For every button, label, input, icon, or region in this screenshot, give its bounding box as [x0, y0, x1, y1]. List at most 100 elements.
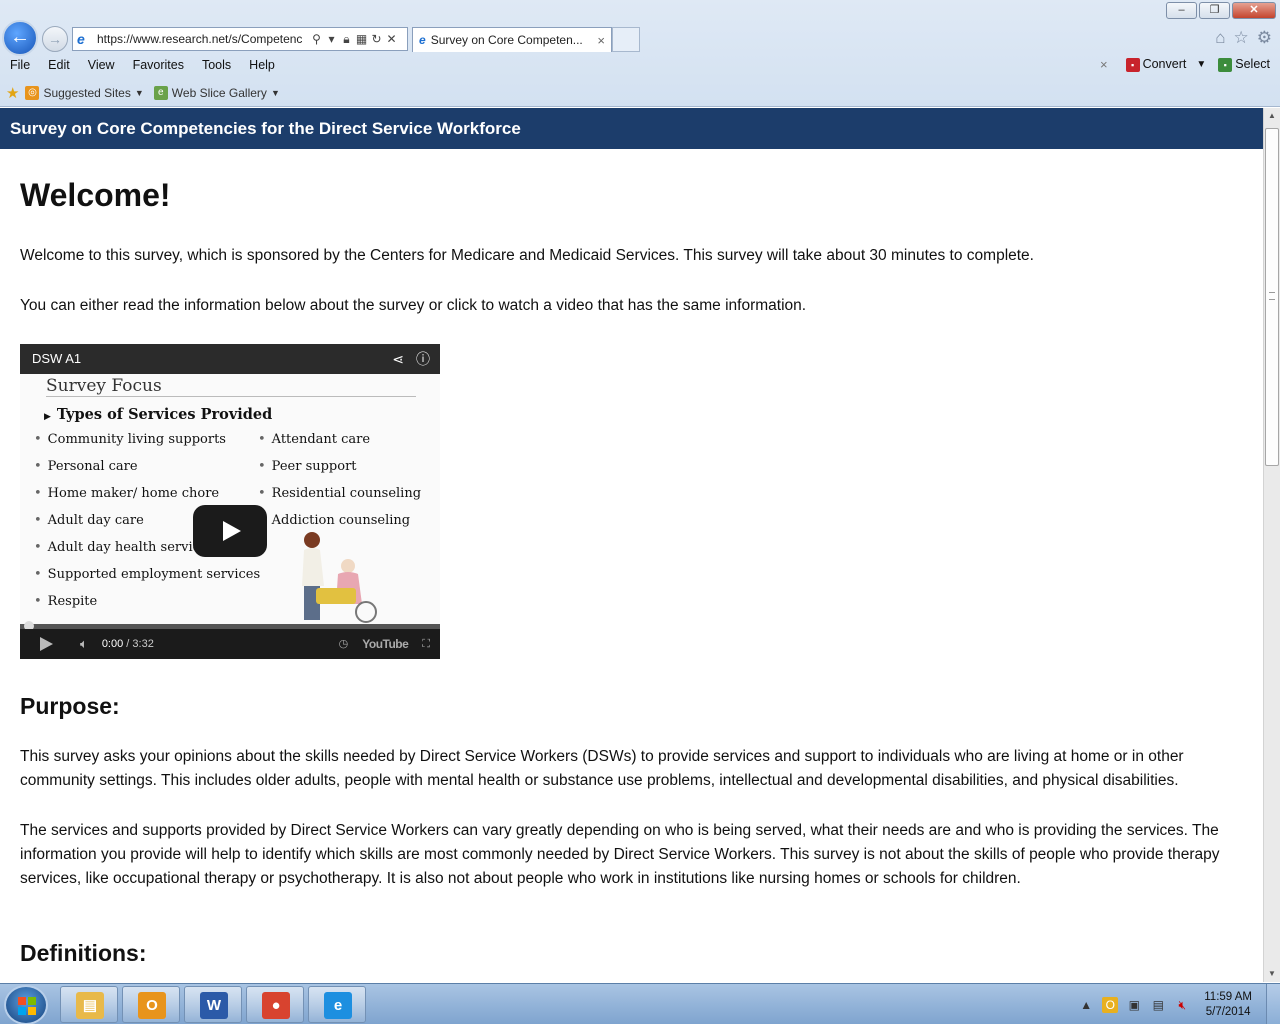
- restore-button[interactable]: ❐: [1199, 2, 1230, 19]
- favorite-label: Suggested Sites: [43, 86, 131, 100]
- show-hidden-icons-icon[interactable]: ▲: [1078, 997, 1094, 1013]
- video-time: 0:00 / 3:32: [102, 632, 154, 656]
- windows-logo-icon: [18, 997, 36, 1015]
- pdf-icon: ▪: [1125, 58, 1140, 72]
- slide-list-text: Residential counseling: [271, 486, 422, 501]
- convert-dropdown-icon[interactable]: ▼: [1196, 59, 1206, 70]
- taskbar: ▤ O W ● e ▲ O ▣ ▤ 🔇︎ 11:59 AM 5/7/2014: [0, 983, 1280, 1024]
- slide-list-item: • Attendant care: [258, 426, 421, 453]
- refresh-icon[interactable]: ↻: [369, 32, 384, 46]
- slide-list-item: • Home maker/ home chore: [34, 480, 260, 507]
- scroll-thumb[interactable]: [1265, 128, 1279, 466]
- bullet-icon: •: [34, 432, 42, 447]
- url-text[interactable]: https://www.research.net/s/Competenc: [97, 32, 309, 46]
- outlook-tray-icon[interactable]: O: [1102, 996, 1119, 1013]
- taskbar-file-explorer-button[interactable]: ▤: [60, 986, 118, 1023]
- tab-close-icon[interactable]: ×: [597, 33, 605, 48]
- fullscreen-icon[interactable]: ⛶: [422, 632, 430, 656]
- bullet-icon: •: [34, 540, 42, 555]
- favorites-star-icon[interactable]: ☆: [1234, 28, 1249, 48]
- survey-header: Survey on Core Competencies for the Dire…: [0, 108, 1263, 149]
- menu-help[interactable]: Help: [239, 56, 283, 76]
- slide-list-text: Peer support: [271, 459, 357, 474]
- device-icon[interactable]: ▣: [1126, 997, 1142, 1013]
- purpose-paragraph-1: This survey asks your opinions about the…: [20, 748, 1184, 789]
- video-title[interactable]: DSW A1: [32, 347, 380, 371]
- page-viewport: Survey on Core Competencies for the Dire…: [0, 108, 1263, 982]
- watch-later-icon[interactable]: ◷: [339, 632, 349, 656]
- show-desktop-button[interactable]: [1266, 984, 1280, 1024]
- share-icon[interactable]: ⋖: [392, 347, 404, 371]
- convert-label: Convert: [1142, 57, 1187, 71]
- clock[interactable]: 11:59 AM 5/7/2014: [1204, 990, 1252, 1020]
- youtube-logo[interactable]: YouTube: [362, 632, 409, 656]
- definitions-heading: Definitions:: [20, 940, 147, 966]
- search-icon[interactable]: ⚲: [309, 32, 324, 46]
- caregiver-illustration: [302, 532, 377, 623]
- stop-icon[interactable]: ✕: [384, 32, 399, 46]
- favorite-web-slice-gallery[interactable]: e Web Slice Gallery ▼: [153, 86, 280, 100]
- start-button[interactable]: [4, 985, 48, 1024]
- scroll-up-icon[interactable]: ▲: [1264, 108, 1280, 124]
- lock-icon[interactable]: 🔒︎: [339, 32, 354, 47]
- new-tab-button[interactable]: [612, 27, 640, 52]
- info-icon[interactable]: ⓘ: [416, 347, 430, 371]
- menu-tools[interactable]: Tools: [192, 56, 239, 76]
- video-controls: 🔈︎ 0:00 / 3:32 ◷ YouTube ⛶: [20, 629, 440, 659]
- menu-favorites[interactable]: Favorites: [123, 56, 192, 76]
- video-frame[interactable]: Survey Focus ▶ Types of Services Provided…: [20, 374, 440, 624]
- chrome-icon: ●: [262, 992, 290, 1019]
- play-icon[interactable]: [40, 637, 53, 651]
- taskbar-chrome-button[interactable]: ●: [246, 986, 304, 1023]
- browser-chrome: – ❐ ✕ ← → e https://www.research.net/s/C…: [0, 0, 1280, 107]
- compat-view-icon[interactable]: ▦: [354, 32, 369, 46]
- slide-right-list: • Attendant care • Peer support • Residential…: [258, 426, 421, 534]
- bullet-icon: •: [34, 486, 42, 501]
- bullet-icon: •: [34, 567, 42, 582]
- slide-list-text: Adult day health services: [47, 540, 215, 555]
- video-player[interactable]: DSW A1 ⋖ ⓘ Survey Focus ▶ Types of Servic…: [20, 344, 440, 659]
- volume-muted-icon[interactable]: 🔇︎: [1174, 997, 1190, 1013]
- play-overlay-button[interactable]: [193, 505, 267, 557]
- scroll-down-icon[interactable]: ▼: [1264, 966, 1280, 982]
- menu-file[interactable]: File: [0, 56, 38, 76]
- minimize-button[interactable]: –: [1166, 2, 1197, 19]
- menu-edit[interactable]: Edit: [38, 56, 78, 76]
- tab-survey[interactable]: e Survey on Core Competen... ×: [412, 27, 612, 52]
- menu-bar: File Edit View Favorites Tools Help: [0, 56, 283, 76]
- close-window-button[interactable]: ✕: [1232, 2, 1276, 19]
- back-button[interactable]: ←: [2, 20, 38, 56]
- select-label: Select: [1235, 57, 1270, 71]
- window-controls: – ❐ ✕: [1166, 2, 1276, 19]
- slide-list-text: Community living supports: [47, 432, 226, 447]
- home-icon[interactable]: ⌂: [1215, 28, 1225, 48]
- bullet-icon: •: [34, 594, 42, 609]
- address-bar[interactable]: e https://www.research.net/s/Competenc ⚲…: [72, 27, 408, 51]
- file-explorer-icon: ▤: [76, 992, 104, 1019]
- dropdown-icon[interactable]: ▾: [324, 32, 339, 46]
- taskbar-internet-explorer-button[interactable]: e: [308, 986, 366, 1023]
- bullet-icon: •: [34, 513, 42, 528]
- word-icon: W: [200, 992, 228, 1019]
- convert-button[interactable]: ▪ Convert: [1125, 57, 1187, 72]
- tools-gear-icon[interactable]: ⚙: [1257, 28, 1272, 48]
- volume-icon[interactable]: 🔈︎: [80, 632, 88, 656]
- system-tray: ▲ O ▣ ▤ 🔇︎ 11:59 AM 5/7/2014: [1078, 984, 1252, 1024]
- select-button[interactable]: ▪ Select: [1218, 57, 1270, 72]
- bullet-icon: •: [258, 486, 266, 501]
- vertical-scrollbar[interactable]: ▲ ▼: [1263, 108, 1280, 982]
- slide-subtitle-text: Types of Services Provided: [56, 406, 273, 423]
- forward-button[interactable]: →: [42, 26, 68, 52]
- menu-view[interactable]: View: [78, 56, 123, 76]
- favorites-star-icon[interactable]: ★: [6, 84, 19, 102]
- taskbar-outlook-button[interactable]: O: [122, 986, 180, 1023]
- internet-explorer-icon: e: [324, 992, 352, 1019]
- chevron-down-icon: ▼: [270, 88, 280, 98]
- command-close-icon[interactable]: ×: [1100, 57, 1108, 72]
- back-arrow-icon: ←: [10, 26, 30, 48]
- taskbar-word-button[interactable]: W: [184, 986, 242, 1023]
- favorites-bar: ★ ◎ Suggested Sites ▼ e Web Slice Galler…: [0, 83, 290, 103]
- favorite-suggested-sites[interactable]: ◎ Suggested Sites ▼: [25, 86, 144, 100]
- chevron-down-icon: ▼: [134, 88, 144, 98]
- network-icon[interactable]: ▤: [1150, 997, 1166, 1013]
